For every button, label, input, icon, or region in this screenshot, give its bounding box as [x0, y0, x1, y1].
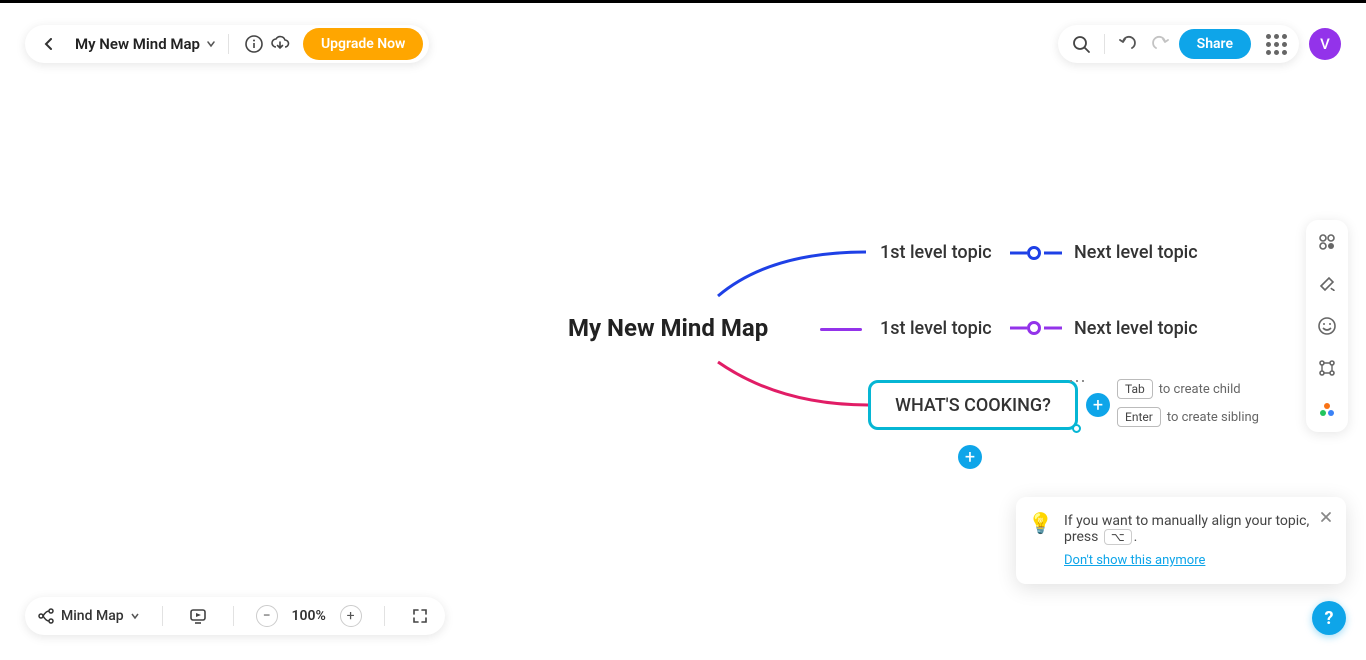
tip-dismiss-link[interactable]: Don't show this anymore	[1064, 553, 1205, 568]
chevron-down-icon	[130, 611, 140, 621]
divider	[384, 606, 385, 626]
side-structure-button[interactable]	[1315, 356, 1339, 380]
tip-close-button[interactable]	[1316, 507, 1336, 527]
lightbulb-icon: 💡	[1028, 511, 1053, 535]
resize-handle[interactable]	[1072, 424, 1081, 433]
tip-text-before: If you want to manually align your topic…	[1064, 513, 1309, 545]
node-level2-b[interactable]: Next level topic	[1074, 318, 1198, 339]
node-level1-a[interactable]: 1st level topic	[880, 242, 992, 263]
divider	[233, 606, 234, 626]
structure-icon	[1317, 358, 1337, 378]
add-sibling-button[interactable]: +	[958, 445, 982, 469]
smile-icon	[1317, 316, 1337, 336]
node-menu-button[interactable]: ⋯	[1068, 371, 1087, 392]
hint-enter-text: to create sibling	[1167, 410, 1259, 425]
hint-tab-text: to create child	[1159, 382, 1241, 397]
fit-screen-button[interactable]	[407, 603, 433, 629]
key-enter: Enter	[1117, 407, 1161, 427]
view-mode-label: Mind Map	[61, 608, 124, 624]
key-tab: Tab	[1117, 379, 1153, 399]
toolbar-bottom: Mind Map − 100% +	[25, 597, 445, 635]
add-child-button[interactable]: +	[1086, 393, 1110, 417]
zoom-in-button[interactable]: +	[340, 605, 362, 627]
tip-text-after: .	[1134, 529, 1138, 545]
divider	[162, 606, 163, 626]
help-button[interactable]: ?	[1312, 601, 1346, 635]
paint-icon	[1317, 274, 1337, 294]
side-ai-button[interactable]	[1315, 398, 1339, 422]
node-root[interactable]: My New Mind Map	[568, 314, 768, 342]
tip-key: ⌥	[1104, 529, 1132, 545]
view-mode-dropdown[interactable]: Mind Map	[37, 607, 140, 625]
help-icon: ?	[1325, 608, 1334, 629]
hint-tab: Tab to create child	[1117, 379, 1259, 399]
connector-bar-purple	[820, 328, 862, 331]
sparkle-icon	[1317, 400, 1337, 420]
connector-node-purple[interactable]	[1027, 321, 1041, 335]
keyboard-hints: Tab to create child Enter to create sibl…	[1117, 379, 1259, 435]
shapes-icon	[1317, 232, 1337, 252]
present-button[interactable]	[185, 603, 211, 629]
fullscreen-icon	[411, 607, 429, 625]
hint-enter: Enter to create sibling	[1117, 407, 1259, 427]
node-selected-text: WHAT'S COOKING?	[895, 395, 1051, 416]
zoom-out-button[interactable]: −	[256, 605, 278, 627]
node-level2-a[interactable]: Next level topic	[1074, 242, 1198, 263]
present-icon	[188, 606, 208, 626]
tip-popover: 💡 If you want to manually align your top…	[1016, 497, 1346, 584]
tip-text: If you want to manually align your topic…	[1064, 513, 1310, 545]
zoom-value[interactable]: 100%	[288, 608, 330, 624]
side-theme-button[interactable]	[1315, 272, 1339, 296]
mindmap-icon	[37, 607, 55, 625]
node-selected[interactable]: WHAT'S COOKING?	[868, 380, 1078, 430]
side-emoji-button[interactable]	[1315, 314, 1339, 338]
close-icon	[1320, 511, 1332, 523]
connector-node-blue[interactable]	[1027, 246, 1041, 260]
node-level1-b[interactable]: 1st level topic	[880, 318, 992, 339]
side-panel	[1306, 220, 1348, 432]
side-styles-button[interactable]	[1315, 230, 1339, 254]
zoom-controls: − 100% +	[256, 605, 362, 627]
